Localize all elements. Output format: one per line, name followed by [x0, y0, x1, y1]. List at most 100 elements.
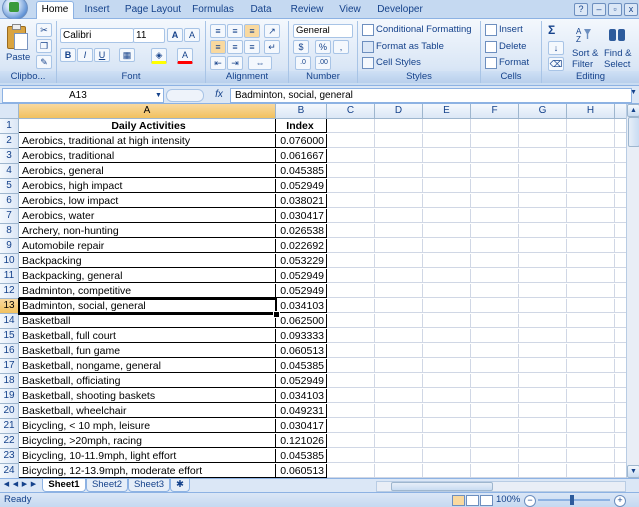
cell-h7[interactable] [567, 209, 615, 223]
cell-c12[interactable] [327, 284, 375, 298]
column-header-e[interactable]: E [423, 104, 471, 119]
formula-input[interactable]: Badminton, social, general [230, 88, 632, 103]
sheet-tab-sheet1[interactable]: Sheet1 [42, 479, 86, 492]
cell-h2[interactable] [567, 134, 615, 148]
cell-g11[interactable] [519, 269, 567, 283]
column-header-i-partial[interactable] [615, 104, 626, 119]
cell-c20[interactable] [327, 404, 375, 418]
vertical-scroll-thumb[interactable] [628, 117, 639, 147]
cell-f7[interactable] [471, 209, 519, 223]
cell-c17[interactable] [327, 359, 375, 373]
cell-g10[interactable] [519, 254, 567, 268]
cell-g1[interactable] [519, 119, 567, 133]
cell-e11[interactable] [423, 269, 471, 283]
cell-d20[interactable] [375, 404, 423, 418]
zoom-slider-thumb[interactable] [570, 495, 574, 505]
column-header-g[interactable]: G [519, 104, 567, 119]
cell-a24[interactable]: Bicycling, 12-13.9mph, moderate effort [19, 464, 276, 478]
cell-e19[interactable] [423, 389, 471, 403]
cell-e13[interactable] [423, 299, 471, 313]
tab-insert[interactable]: Insert [78, 2, 116, 18]
cell-b6[interactable]: 0.038021 [276, 194, 327, 208]
cell-f5[interactable] [471, 179, 519, 193]
cell-c23[interactable] [327, 449, 375, 463]
cell-h14[interactable] [567, 314, 615, 328]
cell-c19[interactable] [327, 389, 375, 403]
number-format-select[interactable]: General [293, 24, 353, 38]
cell-b15[interactable]: 0.093333 [276, 329, 327, 343]
row-header[interactable]: 7 [0, 209, 19, 224]
comma-button[interactable]: , [333, 40, 349, 54]
cell-h13[interactable] [567, 299, 615, 313]
cell-e10[interactable] [423, 254, 471, 268]
cell-i5[interactable] [615, 179, 626, 193]
increase-decimal-icon[interactable]: .0 [295, 56, 311, 70]
binoculars-icon[interactable] [608, 25, 626, 43]
cell-e9[interactable] [423, 239, 471, 253]
fill-color-icon[interactable]: ◈ [151, 48, 167, 64]
cell-a5[interactable]: Aerobics, high impact [19, 179, 276, 193]
cell-f16[interactable] [471, 344, 519, 358]
cell-c4[interactable] [327, 164, 375, 178]
cell-styles-button[interactable]: Cell Styles [376, 57, 421, 68]
cell-g4[interactable] [519, 164, 567, 178]
cell-c13[interactable] [327, 299, 375, 313]
cell-e8[interactable] [423, 224, 471, 238]
cell-c21[interactable] [327, 419, 375, 433]
cell-a6[interactable]: Aerobics, low impact [19, 194, 276, 208]
zoom-level[interactable]: 100% [496, 493, 520, 507]
cell-b18[interactable]: 0.052949 [276, 374, 327, 388]
cell-d2[interactable] [375, 134, 423, 148]
column-header-c[interactable]: C [327, 104, 375, 119]
cell-f1[interactable] [471, 119, 519, 133]
cell-b9[interactable]: 0.022692 [276, 239, 327, 253]
cell-c3[interactable] [327, 149, 375, 163]
cell-d13[interactable] [375, 299, 423, 313]
row-header[interactable]: 21 [0, 419, 19, 434]
cell-g2[interactable] [519, 134, 567, 148]
cell-g20[interactable] [519, 404, 567, 418]
cell-h22[interactable] [567, 434, 615, 448]
insert-function-icon[interactable]: fx [210, 88, 228, 101]
font-name-select[interactable]: Calibri [60, 28, 134, 43]
cell-b7[interactable]: 0.030417 [276, 209, 327, 223]
cell-c9[interactable] [327, 239, 375, 253]
cell-a17[interactable]: Basketball, nongame, general [19, 359, 276, 373]
row-header[interactable]: 10 [0, 254, 19, 269]
bold-button[interactable]: B [60, 48, 76, 62]
increase-indent-icon[interactable]: ⇥ [227, 56, 243, 70]
cell-i18[interactable] [615, 374, 626, 388]
cell-c16[interactable] [327, 344, 375, 358]
cell-a23[interactable]: Bicycling, 10-11.9mph, light effort [19, 449, 276, 463]
delete-button[interactable]: Delete [499, 41, 526, 52]
minimize-icon[interactable]: – [592, 3, 606, 16]
help-icon[interactable]: ? [574, 3, 588, 16]
cell-b8[interactable]: 0.026538 [276, 224, 327, 238]
tab-review[interactable]: Review [286, 2, 328, 18]
next-sheet-icon[interactable]: ▶ [20, 480, 29, 490]
cell-e18[interactable] [423, 374, 471, 388]
wrap-text-icon[interactable]: ↵ [264, 40, 280, 54]
cell-g21[interactable] [519, 419, 567, 433]
cell-i9[interactable] [615, 239, 626, 253]
column-header-h[interactable]: H [567, 104, 615, 119]
cell-d12[interactable] [375, 284, 423, 298]
cell-i11[interactable] [615, 269, 626, 283]
percent-button[interactable]: % [315, 40, 331, 54]
cell-h17[interactable] [567, 359, 615, 373]
italic-button[interactable]: I [77, 48, 93, 62]
row-header[interactable]: 11 [0, 269, 19, 284]
cell-i22[interactable] [615, 434, 626, 448]
cell-g12[interactable] [519, 284, 567, 298]
cell-c14[interactable] [327, 314, 375, 328]
cell-f8[interactable] [471, 224, 519, 238]
column-header-b[interactable]: B [276, 104, 327, 119]
cell-a3[interactable]: Aerobics, traditional [19, 149, 276, 163]
cell-d10[interactable] [375, 254, 423, 268]
cell-d7[interactable] [375, 209, 423, 223]
cell-i8[interactable] [615, 224, 626, 238]
cell-g5[interactable] [519, 179, 567, 193]
name-box[interactable]: A13 ▼ [2, 88, 164, 103]
page-break-view-icon[interactable] [480, 495, 493, 506]
decrease-decimal-icon[interactable]: .00 [315, 56, 331, 70]
